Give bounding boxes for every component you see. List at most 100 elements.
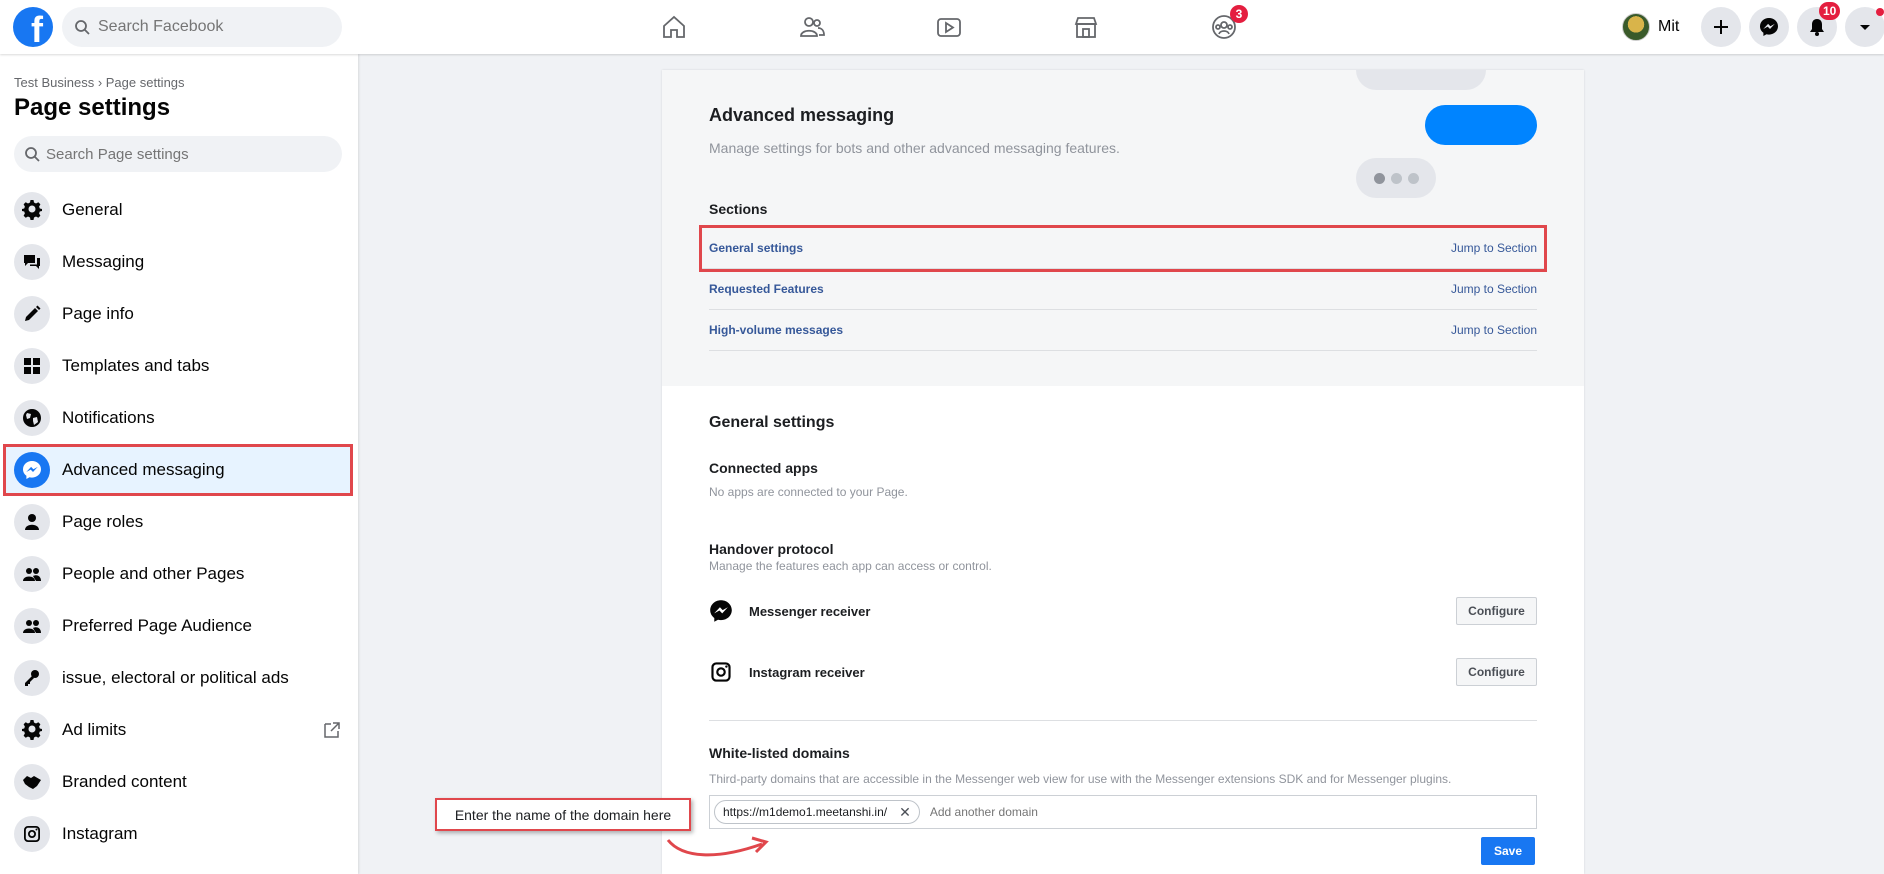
avatar — [1622, 13, 1650, 41]
section-link-general-settings[interactable]: General settings Jump to Section — [699, 225, 1547, 272]
messenger-button[interactable] — [1749, 7, 1789, 47]
receiver-name: Messenger receiver — [749, 603, 871, 619]
sidebar-item-advanced-messaging[interactable]: Advanced messaging — [3, 444, 353, 496]
section-link-label[interactable]: Requested Features — [709, 282, 824, 296]
bell-icon — [1810, 19, 1824, 36]
sidebar-item-people-and-other-pages[interactable]: People and other Pages — [0, 548, 358, 600]
configure-messenger-button[interactable]: Configure — [1456, 597, 1537, 625]
callout-text: Enter the name of the domain here — [454, 806, 672, 823]
sidebar-item-templates-and-tabs[interactable]: Templates and tabs — [0, 340, 358, 392]
facebook-search-input[interactable] — [98, 18, 318, 36]
remove-domain-icon[interactable]: ✕ — [899, 804, 911, 821]
general-settings-title: General settings — [709, 414, 835, 431]
pencil-icon — [14, 296, 50, 332]
marketplace-icon[interactable] — [1068, 10, 1104, 44]
section-link-requested-features[interactable]: Requested Features Jump to Section — [709, 269, 1537, 310]
friends-icon[interactable] — [794, 10, 830, 44]
top-navigation-bar: f 3 Mit 10 — [0, 0, 1884, 54]
sidebar-item-branded-content[interactable]: Branded content — [0, 756, 358, 808]
domain-chip-label: https://m1demo1.meetanshi.in/ — [723, 805, 888, 819]
sidebar-item-label: Templates and tabs — [62, 356, 210, 375]
typing-dot — [1407, 172, 1419, 184]
section-title: Advanced messaging — [709, 105, 895, 125]
typing-dot — [1373, 172, 1385, 184]
section-link-label[interactable]: General settings — [709, 241, 803, 255]
groups-badge: 3 — [1230, 5, 1248, 23]
sidebar-item-preferred-page-audience[interactable]: Preferred Page Audience — [0, 600, 358, 652]
globe-icon — [14, 400, 50, 436]
instagram-receiver-row: Instagram receiver Configure — [709, 657, 1537, 687]
caret-down-icon — [1860, 25, 1870, 30]
decorative-typing-bubble — [1356, 158, 1436, 198]
handover-protocol-heading: Handover protocol — [709, 541, 834, 557]
messenger-icon — [710, 600, 732, 622]
sidebar-item-label: Messaging — [62, 252, 145, 271]
facebook-search-box[interactable] — [62, 7, 342, 47]
domain-chip: https://m1demo1.meetanshi.in/ ✕ — [714, 800, 920, 824]
tutorial-callout: Enter the name of the domain here — [435, 798, 691, 831]
home-icon[interactable] — [656, 10, 692, 44]
section-description: Manage settings for bots and other advan… — [709, 140, 1120, 156]
notifications-button[interactable]: 10 — [1797, 2, 1841, 47]
sidebar-item-political-ads[interactable]: issue, electoral or political ads — [0, 652, 358, 704]
person-icon — [14, 504, 50, 540]
settings-sidebar: Test Business › Page settings Page setti… — [0, 54, 358, 874]
callout-arrow-icon — [666, 836, 769, 857]
key-icon — [14, 660, 50, 696]
sidebar-item-label: Notifications — [62, 408, 155, 427]
sidebar-item-notifications[interactable]: Notifications — [0, 392, 358, 444]
profile-shortcut[interactable]: Mit — [1622, 11, 1679, 43]
facebook-logo-icon[interactable]: f — [13, 7, 53, 47]
groups-icon[interactable]: 3 — [1206, 5, 1248, 44]
whitelisted-domains-heading: White-listed domains — [709, 745, 850, 761]
sidebar-item-ad-limits[interactable]: Ad limits — [0, 704, 358, 756]
sidebar-item-instagram[interactable]: Instagram — [0, 808, 358, 860]
handshake-icon — [14, 764, 50, 800]
settings-search-box[interactable] — [14, 136, 342, 172]
jump-to-section-link[interactable]: Jump to Section — [1451, 282, 1537, 296]
external-link-icon[interactable] — [322, 720, 342, 740]
sidebar-item-label: Advanced messaging — [62, 460, 225, 479]
sidebar-item-label: Instagram — [62, 824, 138, 843]
create-button[interactable] — [1701, 7, 1741, 47]
domain-token-input[interactable]: https://m1demo1.meetanshi.in/ ✕ — [709, 795, 1537, 829]
jump-to-section-link[interactable]: Jump to Section — [1451, 241, 1537, 255]
user-name: Mit — [1658, 18, 1680, 35]
sidebar-item-label: issue, electoral or political ads — [62, 668, 289, 687]
sidebar-item-label: Preferred Page Audience — [62, 616, 252, 635]
add-domain-input[interactable] — [929, 805, 1430, 819]
account-alert-dot — [1876, 8, 1884, 16]
sidebar-item-page-info[interactable]: Page info — [0, 288, 358, 340]
sidebar-item-label: General — [62, 200, 123, 219]
sidebar-item-label: Ad limits — [62, 720, 127, 739]
connected-apps-heading: Connected apps — [709, 460, 818, 476]
sidebar-item-label: People and other Pages — [62, 564, 245, 583]
receiver-name: Instagram receiver — [749, 664, 865, 680]
typing-dot — [1390, 172, 1402, 184]
messenger-icon — [14, 452, 50, 488]
notifications-badge: 10 — [1819, 2, 1841, 20]
section-link-high-volume-messages[interactable]: High-volume messages Jump to Section — [709, 310, 1537, 351]
messenger-icon — [1760, 18, 1778, 36]
page-title: Page settings — [14, 94, 171, 121]
sidebar-item-general[interactable]: General — [0, 184, 358, 236]
sections-heading: Sections — [709, 201, 768, 217]
watch-video-icon[interactable] — [931, 10, 967, 44]
sidebar-item-label: Page info — [62, 304, 134, 323]
handover-protocol-description: Manage the features each app can access … — [709, 559, 992, 573]
gear-icon — [14, 192, 50, 228]
account-menu-button[interactable] — [1845, 7, 1884, 47]
jump-to-section-link[interactable]: Jump to Section — [1451, 323, 1537, 337]
save-domains-button[interactable]: Save — [1481, 837, 1535, 865]
breadcrumb[interactable]: Test Business › Page settings — [14, 75, 185, 90]
search-icon — [25, 147, 40, 162]
configure-instagram-button[interactable]: Configure — [1456, 658, 1537, 686]
sidebar-item-messaging[interactable]: Messaging — [0, 236, 358, 288]
sidebar-item-label: Branded content — [62, 772, 187, 791]
decorative-chat-bubble — [1425, 105, 1537, 145]
search-icon — [75, 20, 90, 35]
section-link-label[interactable]: High-volume messages — [709, 323, 843, 337]
settings-search-input[interactable] — [46, 145, 326, 163]
sidebar-item-label: Page roles — [62, 512, 144, 531]
sidebar-item-page-roles[interactable]: Page roles — [0, 496, 358, 548]
